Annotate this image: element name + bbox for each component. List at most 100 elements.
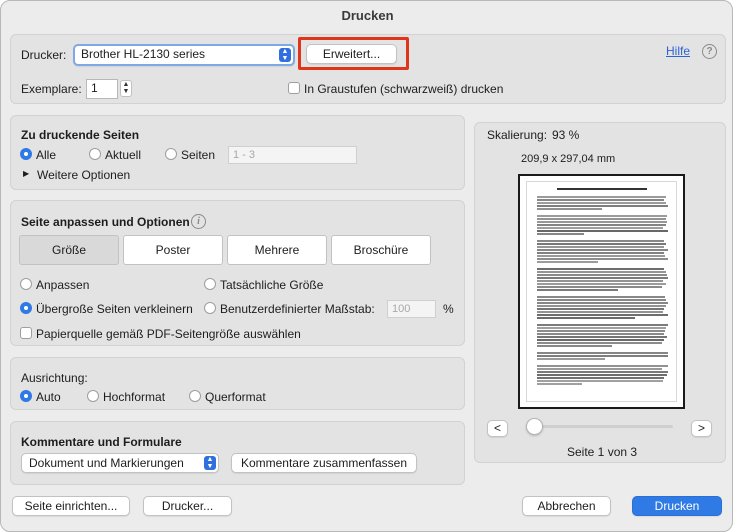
preview-text-line bbox=[537, 358, 606, 360]
tab-size[interactable]: Größe bbox=[19, 235, 119, 265]
page-preview-sheet bbox=[526, 181, 677, 402]
grayscale-label: In Graustufen (schwarzweiß) drucken bbox=[304, 82, 504, 96]
copies-stepper-icon[interactable]: ▲ ▼ bbox=[120, 80, 132, 97]
preview-text-line bbox=[537, 314, 668, 316]
preview-text-line bbox=[537, 208, 602, 210]
orientation-landscape-radio[interactable] bbox=[189, 390, 201, 402]
comments-select[interactable]: Dokument und Markierungen ▲ ▼ bbox=[21, 453, 219, 473]
print-dialog: Drucken Drucker: Brother HL-2130 series … bbox=[0, 0, 733, 532]
print-button[interactable]: Drucken bbox=[632, 496, 722, 516]
preview-text-line bbox=[537, 289, 618, 291]
preview-text-line bbox=[537, 268, 664, 270]
paper-dimensions: 209,9 x 297,04 mm bbox=[521, 153, 616, 165]
preview-text-line bbox=[537, 240, 664, 242]
page-preview bbox=[518, 174, 685, 409]
shrink-radio[interactable] bbox=[20, 302, 32, 314]
custom-scale-input[interactable]: 100 bbox=[387, 300, 436, 318]
preview-text-line bbox=[537, 252, 664, 254]
preview-text-line bbox=[537, 380, 664, 382]
copies-label: Exemplare: bbox=[21, 82, 82, 96]
preview-text-line bbox=[537, 283, 666, 285]
preview-text-line bbox=[537, 233, 585, 235]
grayscale-checkbox[interactable] bbox=[288, 82, 300, 94]
tab-booklet[interactable]: Broschüre bbox=[331, 235, 431, 265]
paper-source-label: Papierquelle gemäß PDF-Seitengröße auswä… bbox=[36, 327, 301, 341]
orientation-portrait-label: Hochformat bbox=[103, 390, 166, 404]
page-slider-thumb[interactable] bbox=[526, 418, 543, 435]
orientation-landscape-label: Querformat bbox=[205, 390, 266, 404]
preview-text-line bbox=[537, 327, 667, 329]
preview-text-line bbox=[537, 324, 668, 326]
printer-button[interactable]: Drucker... bbox=[143, 496, 232, 516]
custom-scale-label: Benutzerdefinierter Maßstab: bbox=[220, 302, 375, 316]
preview-text-line bbox=[537, 355, 668, 357]
next-page-button[interactable]: > bbox=[691, 420, 712, 437]
tab-poster[interactable]: Poster bbox=[123, 235, 223, 265]
disclosure-triangle-icon[interactable]: ▶ bbox=[23, 169, 29, 178]
copies-input[interactable]: 1 bbox=[86, 79, 118, 99]
advanced-button[interactable]: Erweitert... bbox=[306, 44, 397, 64]
orientation-auto-label: Auto bbox=[36, 390, 61, 404]
printer-select-value: Brother HL-2130 series bbox=[81, 47, 206, 61]
fit-label: Anpassen bbox=[36, 278, 90, 292]
chevron-updown-icon: ▲ ▼ bbox=[204, 456, 216, 470]
page-setup-button[interactable]: Seite einrichten... bbox=[12, 496, 130, 516]
page-slider-track[interactable] bbox=[527, 425, 673, 428]
preview-text-line bbox=[537, 202, 667, 204]
preview-text-line bbox=[537, 243, 667, 245]
preview-text-line bbox=[537, 302, 668, 304]
preview-text-line bbox=[537, 286, 663, 288]
orientation-auto-radio[interactable] bbox=[20, 390, 32, 402]
preview-text-line bbox=[537, 249, 668, 251]
paper-source-checkbox[interactable] bbox=[20, 327, 32, 339]
pages-current-radio[interactable] bbox=[89, 148, 101, 160]
info-icon[interactable]: i bbox=[191, 214, 206, 229]
preview-text-line bbox=[557, 188, 647, 190]
cancel-button[interactable]: Abbrechen bbox=[522, 496, 611, 516]
prev-page-button[interactable]: < bbox=[487, 420, 508, 437]
custom-scale-radio[interactable] bbox=[204, 302, 216, 314]
pages-range-radio[interactable] bbox=[165, 148, 177, 160]
preview-text-line bbox=[537, 218, 666, 220]
preview-text-line bbox=[537, 342, 663, 344]
more-options-label[interactable]: Weitere Optionen bbox=[37, 168, 130, 182]
preview-text-line bbox=[537, 255, 665, 257]
preview-text-line bbox=[537, 196, 667, 198]
question-mark-icon[interactable]: ? bbox=[702, 44, 717, 59]
preview-text-line bbox=[537, 224, 667, 226]
preview-text-line bbox=[537, 371, 668, 373]
preview-text-line bbox=[537, 261, 598, 263]
scaling-label: Skalierung: bbox=[487, 128, 548, 142]
preview-text-line bbox=[537, 377, 664, 379]
fit-radio[interactable] bbox=[20, 278, 32, 290]
preview-text-line bbox=[537, 365, 668, 367]
preview-text-line bbox=[537, 383, 582, 385]
pages-range-input[interactable]: 1 - 3 bbox=[228, 146, 357, 164]
preview-text-line bbox=[537, 308, 664, 310]
preview-text-line bbox=[537, 368, 663, 370]
preview-text-line bbox=[537, 246, 665, 248]
preview-text-line bbox=[537, 274, 667, 276]
preview-text-line bbox=[537, 339, 665, 341]
help-link[interactable]: Hilfe bbox=[666, 44, 690, 58]
pages-all-radio[interactable] bbox=[20, 148, 32, 160]
preview-text-line bbox=[537, 311, 664, 313]
scaling-value: 93 % bbox=[552, 128, 580, 142]
preview-text-line bbox=[537, 221, 668, 223]
preview-text-line bbox=[537, 299, 666, 301]
orientation-portrait-radio[interactable] bbox=[87, 390, 99, 402]
preview-text-line bbox=[537, 230, 668, 232]
shrink-label: Übergroße Seiten verkleinern bbox=[36, 302, 193, 316]
pages-current-label: Aktuell bbox=[105, 148, 142, 162]
chevron-updown-icon: ▲ ▼ bbox=[279, 48, 291, 62]
preview-text-line bbox=[537, 305, 666, 307]
printer-select[interactable]: Brother HL-2130 series ▲ ▼ bbox=[73, 44, 295, 66]
actual-size-radio[interactable] bbox=[204, 278, 216, 290]
preview-text-line bbox=[537, 330, 665, 332]
window-title: Drucken bbox=[341, 8, 394, 23]
pages-all-label: Alle bbox=[36, 148, 57, 162]
preview-text-line bbox=[537, 333, 664, 335]
preview-text-line bbox=[537, 199, 664, 201]
summarize-comments-button[interactable]: Kommentare zusammenfassen bbox=[231, 453, 417, 473]
tab-multiple[interactable]: Mehrere bbox=[227, 235, 327, 265]
